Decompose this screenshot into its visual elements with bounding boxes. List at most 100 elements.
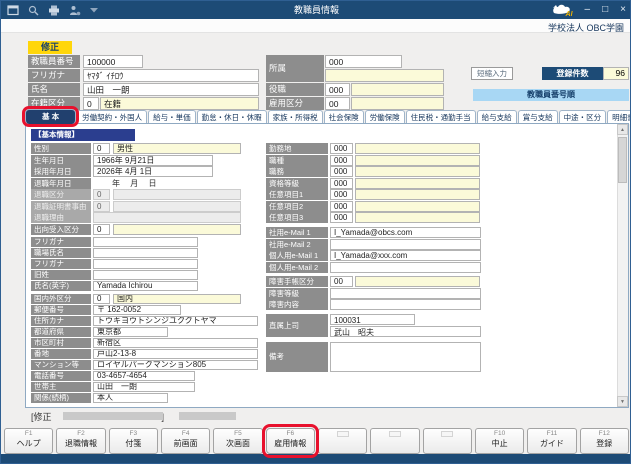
field-input[interactable]: 0: [93, 294, 110, 304]
field-label: 個人用e-Mail 2: [266, 262, 328, 273]
field-label: 退職証明書事由: [31, 201, 91, 212]
field-input[interactable]: I_Yamada@obcs.com: [330, 227, 481, 238]
sort-order-bar[interactable]: 教職員番号順: [473, 89, 629, 101]
field-input[interactable]: 国内: [113, 294, 241, 304]
tab-6[interactable]: 労働保険: [365, 110, 405, 124]
field-input[interactable]: トウキヨウトシンジユククトヤマ: [93, 316, 258, 326]
field-input[interactable]: 〒 162-0052: [93, 305, 181, 315]
field-input[interactable]: 000: [330, 143, 353, 154]
position-code-input[interactable]: 000: [325, 83, 350, 96]
field-input[interactable]: [355, 178, 480, 189]
field-input[interactable]: [330, 239, 481, 250]
function-key-label: 次画面: [226, 438, 250, 450]
field-input: 0: [93, 189, 110, 200]
field-input[interactable]: 本人: [93, 393, 168, 403]
field-input[interactable]: [355, 276, 480, 287]
supervisor-name-input[interactable]: 武山 昭夫: [330, 326, 481, 337]
tab-4[interactable]: 家族・所得税: [268, 110, 323, 124]
function-key-F11[interactable]: F11ガイド: [527, 428, 576, 454]
field-input[interactable]: [113, 224, 241, 235]
tab-9[interactable]: 賞与支給: [518, 110, 558, 124]
field-input[interactable]: 1966年 9月21日: [93, 155, 213, 166]
field-input[interactable]: [330, 262, 481, 273]
function-key-F5[interactable]: F5次画面: [213, 428, 262, 454]
function-key-F2[interactable]: F2退職情報: [56, 428, 105, 454]
field-input[interactable]: [355, 143, 480, 154]
staff-number-input[interactable]: 100000: [83, 55, 143, 68]
field-input[interactable]: 新宿区: [93, 338, 258, 348]
function-key-label: 雇用情報: [274, 438, 306, 450]
tab-3[interactable]: 勤怠・休日・休暇: [197, 110, 267, 124]
tab-11[interactable]: 明細書: [607, 110, 631, 124]
field-input[interactable]: I_Yamada@xxx.com: [330, 250, 481, 261]
field-input[interactable]: [93, 259, 198, 269]
mode-badge: 修正: [28, 41, 72, 54]
tab-2[interactable]: 給与・単価: [148, 110, 196, 124]
field-input[interactable]: [355, 155, 480, 166]
field-input[interactable]: 000: [330, 201, 353, 212]
field-input[interactable]: 山田 一朗: [93, 382, 195, 392]
field-input[interactable]: 2026年 4月 1日: [93, 166, 213, 177]
function-key-F3[interactable]: F3付箋: [109, 428, 158, 454]
field-input[interactable]: [93, 248, 198, 258]
tab-8[interactable]: 給与支給: [477, 110, 517, 124]
field-input[interactable]: 男性: [113, 143, 241, 154]
field-input[interactable]: 0: [93, 224, 110, 235]
function-key-code: F6: [287, 430, 295, 438]
position-name-input[interactable]: [351, 83, 444, 96]
field-input[interactable]: [330, 299, 481, 310]
department-name-input[interactable]: [325, 69, 444, 82]
tab-1[interactable]: 労働契約・外国人: [77, 110, 147, 124]
field-label: 氏名(英字): [31, 281, 91, 291]
field-input[interactable]: [93, 237, 198, 247]
furigana-input[interactable]: ﾔﾏﾀﾞ ｲﾁﾛｳ: [83, 69, 259, 82]
scrollbar-down-button[interactable]: ▼: [617, 396, 628, 407]
field-label: 関係(続柄): [31, 393, 91, 403]
company-row: 学校法人 OBC学園: [1, 19, 631, 33]
field-input[interactable]: 000: [330, 189, 353, 200]
field-input[interactable]: 00: [330, 276, 353, 287]
field-input[interactable]: ロイヤルパークマンション805: [93, 360, 258, 370]
function-key-F1[interactable]: F1ヘルプ: [4, 428, 53, 454]
function-key-F12[interactable]: F12登録: [580, 428, 629, 454]
tab-0[interactable]: 基 本: [25, 109, 76, 124]
tab-7[interactable]: 住民税・通勤手当: [406, 110, 476, 124]
field-input[interactable]: [330, 288, 481, 299]
field-input[interactable]: 東京都: [93, 327, 168, 337]
field-input[interactable]: [355, 166, 480, 177]
department-code-input[interactable]: 000: [325, 55, 402, 68]
function-key-F4[interactable]: F4前画面: [161, 428, 210, 454]
field-input[interactable]: 000: [330, 166, 353, 177]
minimize-button[interactable]: –: [585, 1, 591, 19]
field-label: 職種: [266, 155, 328, 166]
field-input[interactable]: 0: [93, 143, 110, 154]
name-input[interactable]: 山田 一朗: [83, 83, 259, 96]
supervisor-code-input[interactable]: 100031: [330, 314, 415, 325]
remarks-input[interactable]: [330, 342, 481, 372]
maximize-button[interactable]: □: [602, 1, 608, 19]
field-input[interactable]: [93, 270, 198, 280]
field-input[interactable]: 000: [330, 212, 353, 223]
field-input[interactable]: Yamada Ichirou: [93, 281, 198, 291]
field-input[interactable]: 年 月 日: [93, 178, 213, 189]
function-key-F6[interactable]: F6雇用情報: [266, 428, 315, 454]
field-input[interactable]: 戸山2-13-8: [93, 349, 258, 359]
field-label: 番地: [31, 349, 91, 359]
field-label: 出向受入区分: [31, 224, 91, 235]
scrollbar-thumb[interactable]: [618, 137, 627, 183]
field-input[interactable]: [355, 212, 480, 223]
field-label: マンション等: [31, 360, 91, 370]
function-key-label: 退職情報: [65, 438, 97, 450]
scrollbar-up-button[interactable]: ▲: [617, 124, 628, 135]
field-input[interactable]: 000: [330, 155, 353, 166]
field-input[interactable]: [355, 201, 480, 212]
field-input[interactable]: 000: [330, 178, 353, 189]
tab-10[interactable]: 中途・区分: [559, 110, 607, 124]
function-key-F10[interactable]: F10中止: [475, 428, 524, 454]
close-button[interactable]: ×: [620, 1, 626, 19]
field-input[interactable]: 03-4657-4654: [93, 371, 195, 381]
shortcut-input-button[interactable]: 短縮入力: [471, 67, 513, 80]
tab-5[interactable]: 社会保険: [324, 110, 364, 124]
field-input[interactable]: [355, 189, 480, 200]
company-name: 学校法人 OBC学園: [548, 21, 624, 34]
